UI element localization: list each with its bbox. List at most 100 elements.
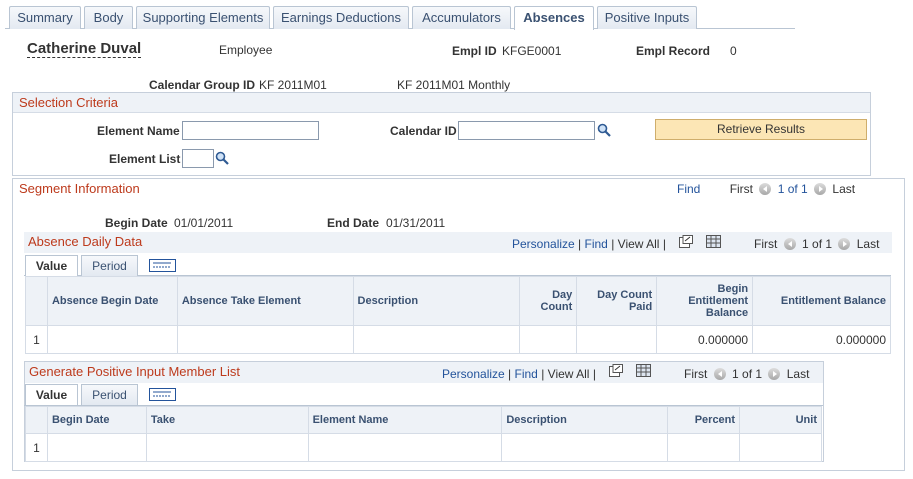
absence-download-icon[interactable] bbox=[706, 235, 721, 248]
tab-accumulators[interactable]: Accumulators bbox=[412, 6, 511, 29]
segment-nav: Find First 1 of 1 Last bbox=[677, 182, 855, 196]
absence-col-description[interactable]: Description bbox=[352, 276, 521, 326]
positive-table: Begin Date Take Element Name Description… bbox=[25, 406, 822, 462]
positive-grid-nav: First 1 of 1 Last bbox=[684, 367, 809, 381]
absence-grid-toolbar: Personalize | Find | View All | bbox=[512, 237, 666, 251]
tab-supporting-elements-label: Supporting Elements bbox=[142, 10, 264, 25]
end-date-label: End Date bbox=[327, 216, 380, 230]
page-tabs: Summary Body Supporting Elements Earning… bbox=[5, 6, 795, 30]
tab-positive-inputs-label: Positive Inputs bbox=[604, 10, 690, 25]
absence-prev-icon[interactable] bbox=[783, 238, 796, 250]
positive-col-element-name[interactable]: Element Name bbox=[307, 406, 503, 434]
element-list-label: Element List bbox=[109, 152, 181, 166]
positive-tab-period[interactable]: Period bbox=[81, 384, 138, 405]
positive-first-label: First bbox=[684, 367, 708, 381]
tab-absences-label: Absences bbox=[523, 10, 585, 25]
positive-show-all-columns-icon[interactable] bbox=[149, 388, 176, 401]
absence-tab-value-label: Value bbox=[35, 259, 68, 273]
absence-show-all-columns-icon[interactable] bbox=[149, 259, 176, 272]
positive-prev-icon[interactable] bbox=[713, 368, 726, 380]
segment-range: 1 of 1 bbox=[777, 182, 808, 196]
absence-cell-take-element bbox=[176, 325, 354, 354]
absence-col-begin-date[interactable]: Absence Begin Date bbox=[46, 276, 178, 326]
absence-cell-description bbox=[352, 325, 521, 354]
tab-supporting-elements[interactable]: Supporting Elements bbox=[136, 6, 270, 29]
positive-tab-value[interactable]: Value bbox=[25, 384, 78, 405]
positive-col-take[interactable]: Take bbox=[145, 406, 309, 434]
positive-cell-description bbox=[501, 433, 669, 462]
segment-next-icon[interactable] bbox=[814, 183, 827, 195]
tab-positive-inputs[interactable]: Positive Inputs bbox=[597, 6, 697, 29]
absence-grid-nav: First 1 of 1 Last bbox=[754, 237, 879, 251]
absence-table: Absence Begin Date Absence Take Element … bbox=[25, 276, 891, 354]
segment-first-label: First bbox=[729, 182, 754, 196]
absence-last-label: Last bbox=[856, 237, 880, 251]
calendar-id-label: Calendar ID bbox=[390, 124, 457, 138]
begin-date-label: Begin Date bbox=[105, 216, 168, 230]
employee-name[interactable]: Catherine Duval bbox=[27, 40, 142, 58]
positive-next-icon[interactable] bbox=[768, 368, 781, 380]
positive-new-window-icon[interactable] bbox=[609, 364, 623, 377]
absence-view-all-link[interactable]: View All bbox=[618, 237, 660, 251]
calendar-id-input[interactable] bbox=[458, 121, 595, 140]
absence-personalize-link[interactable]: Personalize bbox=[512, 237, 575, 251]
absence-new-window-icon[interactable] bbox=[679, 235, 693, 248]
positive-download-icon[interactable] bbox=[636, 364, 651, 377]
absence-col-rownum bbox=[25, 276, 48, 326]
absence-col-day-count[interactable]: Day Count bbox=[519, 276, 578, 326]
positive-col-rownum bbox=[25, 406, 48, 434]
absence-first-label: First bbox=[754, 237, 778, 251]
positive-find-link[interactable]: Find bbox=[515, 367, 538, 381]
empl-record-label: Empl Record bbox=[636, 44, 711, 58]
calendar-id-lookup-icon[interactable] bbox=[597, 123, 611, 137]
absence-tab-period[interactable]: Period bbox=[81, 255, 138, 276]
positive-col-unit[interactable]: Unit bbox=[739, 406, 822, 434]
absence-find-link[interactable]: Find bbox=[585, 237, 608, 251]
element-list-lookup-icon[interactable] bbox=[215, 151, 229, 165]
positive-view-all-link[interactable]: View All bbox=[548, 367, 590, 381]
absence-cell-day-count bbox=[519, 325, 578, 354]
absence-cell-begin-entitlement-balance: 0.000000 bbox=[656, 325, 754, 354]
element-name-input[interactable] bbox=[182, 121, 319, 140]
absence-row-num: 1 bbox=[25, 325, 48, 354]
segment-prev-icon[interactable] bbox=[759, 183, 772, 195]
positive-cell-unit bbox=[739, 433, 822, 462]
absence-col-day-count-paid[interactable]: Day Count Paid bbox=[576, 276, 658, 326]
absence-tab-value[interactable]: Value bbox=[25, 255, 78, 276]
calendar-group-desc: KF 2011M01 Monthly bbox=[397, 78, 511, 92]
absence-col-entitlement-balance[interactable]: Entitlement Balance bbox=[752, 276, 891, 326]
positive-col-description[interactable]: Description bbox=[501, 406, 669, 434]
positive-tab-period-label: Period bbox=[92, 388, 127, 402]
calendar-group-label: Calendar Group ID bbox=[149, 78, 256, 92]
empl-id-label: Empl ID bbox=[452, 44, 497, 58]
end-date-value: 01/31/2011 bbox=[386, 216, 446, 230]
positive-row-num: 1 bbox=[25, 433, 48, 462]
tab-earnings-deductions[interactable]: Earnings Deductions bbox=[273, 6, 409, 29]
positive-cell-percent bbox=[667, 433, 741, 462]
segment-find-link[interactable]: Find bbox=[677, 182, 700, 196]
tab-absences[interactable]: Absences bbox=[514, 6, 594, 30]
positive-col-percent[interactable]: Percent bbox=[667, 406, 741, 434]
calendar-group-id: KF 2011M01 bbox=[259, 78, 327, 92]
element-list-input[interactable] bbox=[182, 149, 214, 168]
absence-next-icon[interactable] bbox=[838, 238, 851, 250]
tab-summary[interactable]: Summary bbox=[9, 6, 81, 29]
retrieve-results-button[interactable]: Retrieve Results bbox=[655, 119, 867, 140]
tab-accumulators-label: Accumulators bbox=[422, 10, 501, 25]
positive-cell-element-name bbox=[307, 433, 503, 462]
empl-id-value: KFGE0001 bbox=[502, 44, 562, 58]
absence-cell-day-count-paid bbox=[576, 325, 658, 354]
positive-col-begin-date[interactable]: Begin Date bbox=[46, 406, 147, 434]
absence-col-begin-entitlement-balance[interactable]: Begin Entitlement Balance bbox=[656, 276, 754, 326]
absence-tab-period-label: Period bbox=[92, 259, 127, 273]
employee-role: Employee bbox=[219, 43, 273, 57]
positive-personalize-link[interactable]: Personalize bbox=[442, 367, 505, 381]
absence-cell-begin-date bbox=[46, 325, 178, 354]
table-row: 1 0.000000 0.000000 bbox=[25, 325, 891, 354]
empl-record-value: 0 bbox=[730, 44, 737, 58]
absence-col-take-element[interactable]: Absence Take Element bbox=[176, 276, 354, 326]
absence-cell-entitlement-balance: 0.000000 bbox=[752, 325, 891, 354]
tab-body[interactable]: Body bbox=[84, 6, 133, 29]
tab-summary-label: Summary bbox=[17, 10, 73, 25]
positive-tab-value-label: Value bbox=[35, 388, 68, 402]
